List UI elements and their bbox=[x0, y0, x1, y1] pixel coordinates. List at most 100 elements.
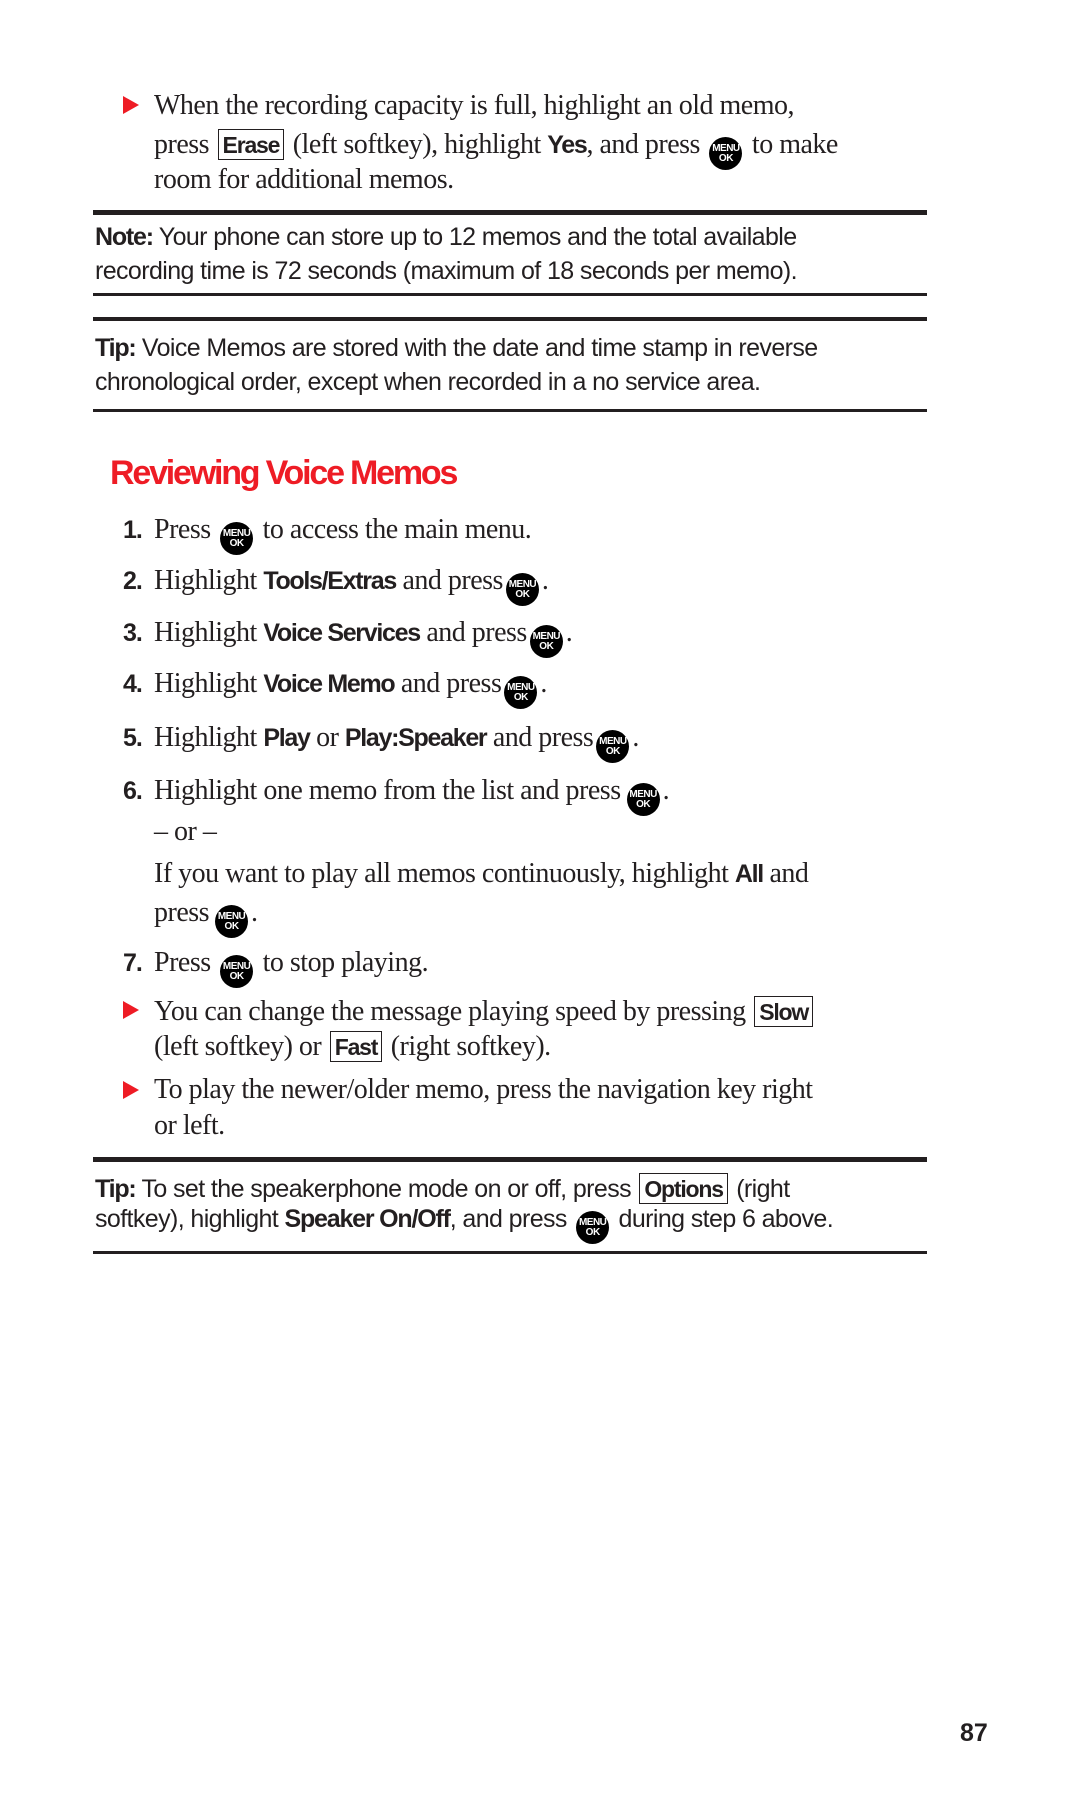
note-bottom-rule bbox=[93, 293, 927, 296]
step-2-number: 2. bbox=[123, 567, 143, 595]
step-6-alt-text-post: and bbox=[769, 858, 809, 889]
step-5: Highlight Play or Play:Speaker and press… bbox=[154, 724, 639, 763]
tip1-top-rule bbox=[93, 317, 927, 321]
tip1-text-2: chronological order, except when recorde… bbox=[95, 368, 761, 396]
note-line-1: Note: Your phone can store up to 12 memo… bbox=[95, 225, 797, 250]
tip1-line-2: chronological order, except when recorde… bbox=[95, 368, 761, 396]
period: . bbox=[662, 775, 670, 806]
bullet-1-line-2: (left softkey) or Fast (right softkey). bbox=[154, 1031, 551, 1063]
step-1: Press MENU OK to access the main menu. bbox=[154, 514, 532, 555]
step-7-number: 7. bbox=[123, 949, 143, 977]
step-5-menu-item-play: Play bbox=[263, 724, 311, 752]
bullet-2-line-2: or left. bbox=[154, 1110, 225, 1141]
yes-label: Yes bbox=[547, 131, 588, 159]
erase-softkey-label: Erase bbox=[217, 129, 285, 161]
step-7-text-post: to stop playing. bbox=[262, 947, 429, 978]
step-6-or: – or – bbox=[154, 816, 217, 847]
note-label: Note: bbox=[95, 223, 154, 251]
intro-line-1: When the recording capacity is full, hig… bbox=[154, 92, 794, 120]
tip2-bottom-rule bbox=[93, 1251, 927, 1254]
step-2-menu-item: Tools/Extras bbox=[263, 567, 397, 595]
bullet-1-line-1: You can change the message playing speed… bbox=[154, 996, 815, 1028]
slow-softkey-label: Slow bbox=[754, 996, 814, 1028]
tip2-text-2: softkey), highlight bbox=[95, 1205, 279, 1233]
step-3-menu-item: Voice Services bbox=[263, 619, 421, 647]
step-1-number: 1. bbox=[123, 516, 143, 544]
tip1-bottom-rule bbox=[93, 409, 927, 412]
tip1-label: Tip: bbox=[95, 334, 137, 362]
period: . bbox=[251, 897, 258, 928]
intro-text-2-pre: press bbox=[154, 129, 210, 160]
bullet-1-text-2: (left softkey) or bbox=[154, 1031, 322, 1062]
bullet-1-text: You can change the message playing speed… bbox=[154, 996, 746, 1027]
intro-text-1: When the recording capacity is full, hig… bbox=[154, 90, 794, 121]
step-3-text-post: and press bbox=[426, 617, 527, 648]
step-3-number: 3. bbox=[123, 619, 143, 647]
step-6-alt-press: press bbox=[154, 897, 210, 928]
step-4: Highlight Voice Memo and press MENU OK. bbox=[154, 670, 547, 709]
menu-ok-key-icon: MENU OK bbox=[529, 625, 563, 658]
step-5-menu-item-play-speaker: Play:Speaker bbox=[344, 724, 488, 752]
tip2-label: Tip: bbox=[95, 1175, 137, 1203]
period: . bbox=[540, 668, 547, 699]
step-5-or: or bbox=[316, 722, 339, 753]
note-top-rule bbox=[93, 210, 927, 215]
period: . bbox=[541, 565, 549, 596]
step-7-text: Press bbox=[154, 947, 211, 978]
tip1-text-1: Voice Memos are stored with the date and… bbox=[141, 334, 818, 362]
intro-text-2-post: , and press bbox=[586, 129, 700, 160]
menu-ok-key-icon: MENU OK bbox=[576, 1211, 610, 1244]
step-3: Highlight Voice Services and press MENU OK… bbox=[154, 617, 573, 658]
intro-text-2-end: to make bbox=[751, 129, 838, 160]
step-1-text-post: to access the main menu. bbox=[262, 514, 532, 545]
step-6-alt-line-2: press MENU OK. bbox=[154, 899, 258, 938]
menu-ok-key-icon: MENU OK bbox=[709, 137, 743, 170]
intro-text-2-mid: (left softkey), highlight bbox=[292, 129, 542, 160]
step-2-text: Highlight bbox=[154, 565, 257, 596]
options-softkey-label: Options bbox=[639, 1173, 728, 1205]
tip2-top-rule bbox=[93, 1157, 927, 1162]
page-number: 87 bbox=[960, 1719, 988, 1747]
menu-ok-key-icon: MENU OK bbox=[596, 730, 630, 763]
tip2-text-2-post: during step 6 above. bbox=[618, 1205, 834, 1233]
step-6-number: 6. bbox=[123, 777, 143, 805]
step-5-text-post: and press bbox=[492, 722, 594, 753]
bullet-1-text-2-post: (right softkey). bbox=[390, 1031, 551, 1062]
intro-line-3: room for additional memos. bbox=[154, 166, 454, 194]
step-7: Press MENU OK to stop playing. bbox=[154, 947, 429, 988]
bullet-arrow-icon bbox=[123, 96, 139, 114]
step-5-text: Highlight bbox=[154, 722, 257, 753]
bullet-arrow-icon bbox=[123, 1081, 139, 1099]
step-2: Highlight Tools/Extras and press MENU OK. bbox=[154, 565, 549, 606]
tip2-line-2: softkey), highlight Speaker On/Off, and … bbox=[95, 1205, 834, 1244]
menu-ok-key-icon: MENU OK bbox=[220, 955, 254, 988]
tip2-text-1: To set the speakerphone mode on or off, … bbox=[141, 1175, 631, 1203]
menu-ok-key-icon: MENU OK bbox=[504, 676, 538, 709]
menu-ok-key-icon: MENU OK bbox=[626, 783, 660, 816]
intro-text-3: room for additional memos. bbox=[154, 164, 454, 195]
bullet-2-line-1: To play the newer/older memo, press the … bbox=[154, 1074, 813, 1105]
menu-ok-key-icon: MENU OK bbox=[220, 522, 254, 555]
all-label: All bbox=[734, 860, 764, 888]
note-line-2: recording time is 72 seconds (maximum of… bbox=[95, 259, 798, 284]
tip1-line-1: Tip: Voice Memos are stored with the dat… bbox=[95, 336, 818, 361]
period: . bbox=[565, 617, 573, 648]
step-1-text: Press bbox=[154, 514, 211, 545]
menu-ok-key-icon: MENU OK bbox=[505, 573, 539, 606]
section-heading: Reviewing Voice Memos bbox=[110, 454, 458, 492]
step-5-number: 5. bbox=[123, 724, 143, 752]
step-4-text: Highlight bbox=[154, 668, 257, 699]
period: . bbox=[632, 722, 639, 753]
tip2-line-1: Tip: To set the speakerphone mode on or … bbox=[95, 1173, 790, 1205]
step-6-alt-line-1: If you want to play all memos continuous… bbox=[154, 858, 809, 889]
step-3-text: Highlight bbox=[154, 617, 257, 648]
bullet-arrow-icon bbox=[123, 1001, 139, 1019]
note-text-1: Your phone can store up to 12 memos and … bbox=[158, 223, 797, 251]
step-4-text-post: and press bbox=[400, 668, 502, 699]
step-4-number: 4. bbox=[123, 670, 143, 698]
step-4-menu-item: Voice Memo bbox=[263, 670, 395, 698]
step-2-text-post: and press bbox=[402, 565, 503, 596]
tip2-text-1-post: (right bbox=[736, 1175, 790, 1203]
step-6-text: Highlight one memo from the list and pre… bbox=[154, 775, 621, 806]
fast-softkey-label: Fast bbox=[329, 1031, 383, 1063]
